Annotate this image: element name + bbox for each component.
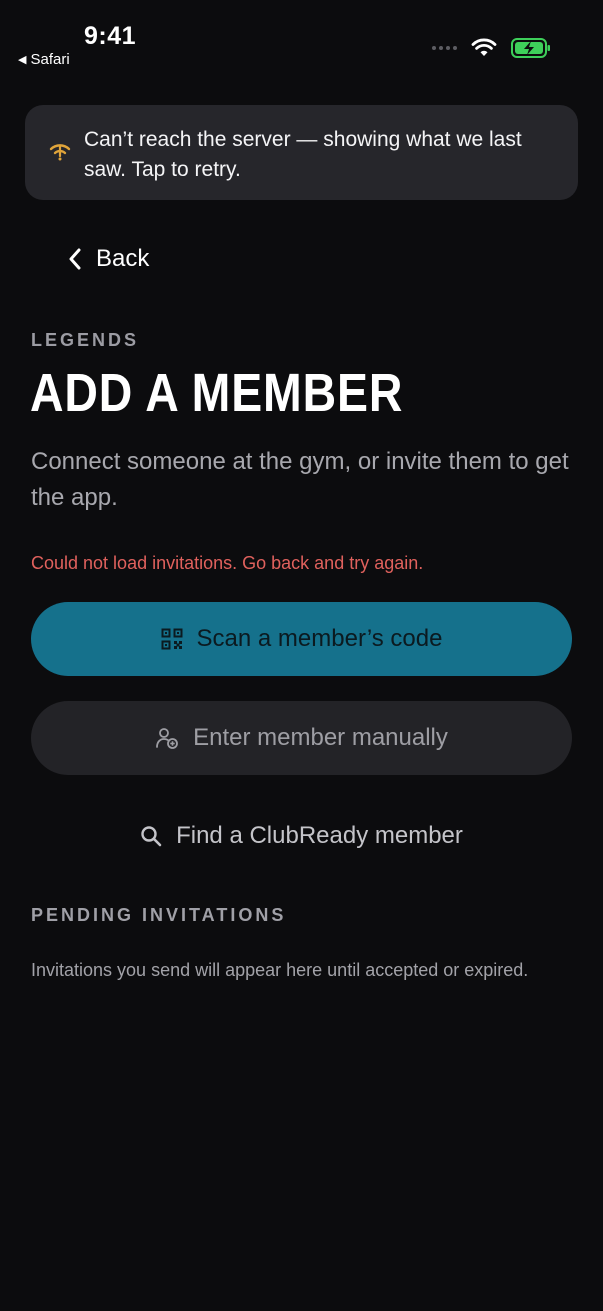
status-indicators: [432, 38, 551, 58]
status-time: 9:41: [84, 22, 137, 50]
page-title: ADD A MEMBER: [30, 363, 404, 423]
back-triangle-icon: ◀: [18, 54, 27, 66]
chevron-left-icon: [69, 248, 81, 270]
enter-manually-button[interactable]: Enter member manually: [31, 701, 572, 775]
wifi-icon: [471, 38, 497, 56]
pending-invitations-empty-text: Invitations you send will appear here un…: [31, 960, 529, 980]
scan-member-code-button[interactable]: Scan a member’s code: [31, 602, 572, 676]
battery-charging-icon: [511, 38, 550, 58]
pending-invitations-heading: PENDING INVITATIONS: [31, 905, 287, 925]
back-app-label: Safari: [30, 51, 70, 68]
back-button[interactable]: Back: [68, 245, 149, 273]
qr-code-icon: [161, 628, 183, 650]
back-to-app-link[interactable]: ◀ Safari: [18, 51, 70, 68]
offline-banner[interactable]: Can’t reach the server — showing what we…: [25, 105, 578, 200]
find-clubready-member-link[interactable]: Find a ClubReady member: [0, 822, 603, 850]
banner-message: Can’t reach the server — showing what we…: [84, 128, 522, 181]
find-label: Find a ClubReady member: [176, 822, 463, 849]
signal-icon: [432, 46, 457, 50]
back-label: Back: [96, 245, 150, 272]
error-message: Could not load invitations. Go back and …: [31, 553, 424, 573]
page-subtitle: Connect someone at the gym, or invite th…: [31, 448, 569, 511]
add-person-icon: [156, 728, 179, 749]
search-icon: [141, 826, 162, 847]
club-name: LEGENDS: [31, 330, 140, 350]
manual-label: Enter member manually: [193, 724, 448, 751]
status-bar: 9:41 ◀ Safari: [0, 0, 603, 80]
scan-label: Scan a member’s code: [196, 625, 443, 652]
wifi-off-icon: [49, 144, 71, 161]
